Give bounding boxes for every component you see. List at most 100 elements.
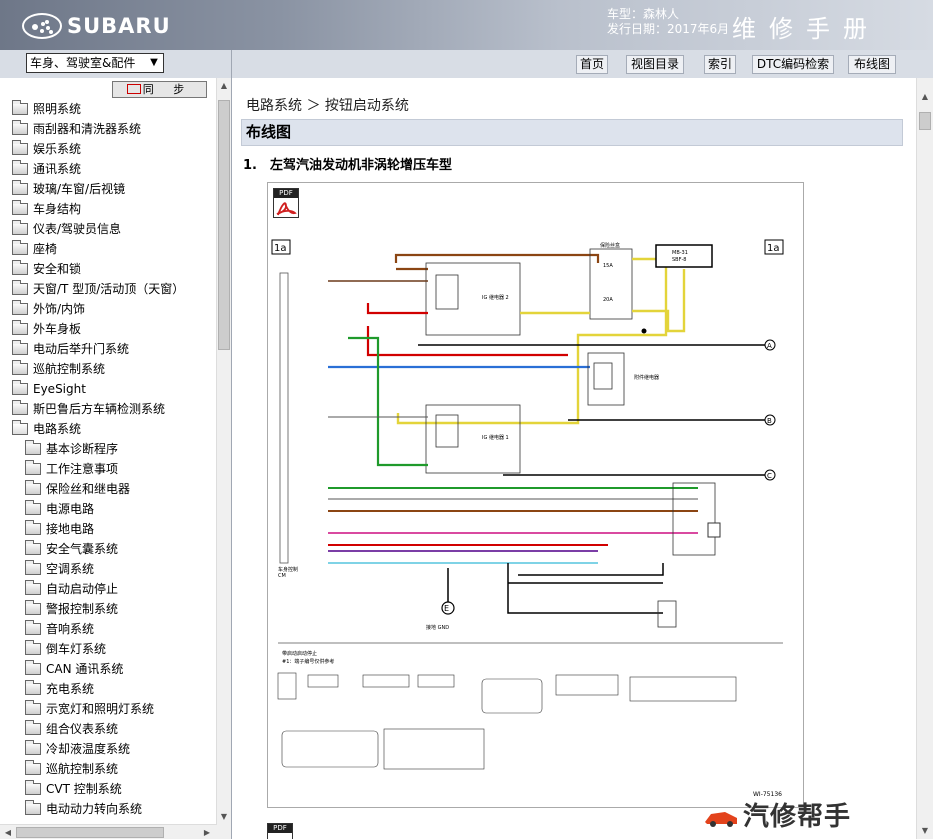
tree-item[interactable]: 天窗/T 型顶/活动顶（天窗） — [12, 279, 184, 299]
main-scroll-up-icon[interactable]: ▲ — [918, 92, 932, 101]
tree-item[interactable]: EyeSight — [12, 379, 86, 399]
tree-item[interactable]: 冷却液温度系统 — [25, 739, 130, 759]
tree-item-label: 天窗/T 型顶/活动顶（天窗） — [33, 282, 185, 296]
tree-item[interactable]: 充电系统 — [25, 679, 94, 699]
tree-item[interactable]: 空调系统 — [25, 559, 94, 579]
folder-icon — [12, 240, 28, 255]
tree-item[interactable]: 倒车灯系统 — [25, 639, 106, 659]
ground-symbol: E — [444, 604, 449, 613]
tree-item-label: 外饰/内饰 — [33, 302, 86, 316]
tree-item[interactable]: 电路系统 — [12, 419, 81, 439]
main-scroll-down-icon[interactable]: ▼ — [918, 826, 932, 835]
scroll-down-icon[interactable]: ▼ — [217, 812, 231, 821]
tree-item[interactable]: 电源电路 — [25, 499, 94, 519]
tree-item[interactable]: 保险丝和继电器 — [25, 479, 130, 499]
tree-item[interactable]: 巡航控制系统 — [12, 359, 105, 379]
category-select[interactable]: 车身、驾驶室&配件 ▼ — [26, 53, 164, 73]
chevron-down-icon[interactable]: ▼ — [147, 56, 161, 70]
main-scroll-thumb[interactable] — [919, 112, 931, 130]
tree-item[interactable]: 基本诊断程序 — [25, 439, 118, 459]
sync-button[interactable]: 同 步 — [112, 81, 207, 98]
tree-item-label: 玻璃/车窗/后视镜 — [33, 182, 126, 196]
tree-item[interactable]: 安全气囊系统 — [25, 539, 118, 559]
tree-item-label: 基本诊断程序 — [46, 442, 119, 456]
app-header: SUBARU 车型：森林人 发行日期：2017年6月 维修手册 — [0, 0, 933, 50]
tree-item[interactable]: 斯巴鲁后方车辆检测系统 — [12, 399, 165, 419]
folder-icon — [25, 660, 41, 675]
subaru-logo: SUBARU — [22, 13, 171, 39]
tree-item[interactable]: 外车身板 — [12, 319, 81, 339]
home-button[interactable]: 首页 — [576, 55, 608, 74]
tree-item[interactable]: CVT 控制系统 — [25, 779, 122, 799]
second-pdf-icon[interactable]: PDF — [267, 823, 293, 839]
tree-item[interactable]: 音响系统 — [25, 619, 94, 639]
relay1-label: IG 继电器 1 — [482, 434, 509, 441]
view-contents-button[interactable]: 视图目录 — [626, 55, 684, 74]
acc-relay-label: 附件继电器 — [634, 374, 659, 381]
tree-item[interactable]: 自动启动停止 — [25, 579, 118, 599]
main-vertical-scrollbar[interactable]: ▲ ▼ — [916, 78, 933, 839]
folder-icon — [12, 200, 28, 215]
tree-item[interactable]: 玻璃/车窗/后视镜 — [12, 179, 125, 199]
folder-icon — [25, 700, 41, 715]
tree-item-label: 音响系统 — [46, 622, 95, 636]
folder-icon — [25, 540, 41, 555]
tree-item-label: 仪表/驾驶员信息 — [33, 222, 122, 236]
tree-item[interactable]: 娱乐系统 — [12, 139, 81, 159]
model-line: 车型：森林人 — [607, 7, 680, 21]
folder-icon — [25, 480, 41, 495]
folder-icon — [12, 220, 28, 235]
folder-icon — [25, 580, 41, 595]
sbf-terminal: SBF-8 — [672, 257, 686, 263]
watermark-car-icon — [703, 805, 739, 827]
tree-item[interactable]: 通讯系统 — [12, 159, 81, 179]
folder-icon — [25, 640, 41, 655]
scroll-left-icon[interactable]: ◀ — [1, 828, 15, 837]
tree-item[interactable]: 雨刮器和清洗器系统 — [12, 119, 141, 139]
fuse-20a: 20A — [603, 297, 613, 303]
sync-icon — [126, 84, 141, 94]
scroll-up-icon[interactable]: ▲ — [217, 81, 231, 90]
tree-item[interactable]: 车身结构 — [12, 199, 81, 219]
wiring-diagram-button[interactable]: 布线图 — [848, 55, 896, 74]
tree-item-label: 示宽灯和照明灯系统 — [46, 702, 155, 716]
tree-item[interactable]: 仪表/驾驶员信息 — [12, 219, 121, 239]
tree-vertical-scrollbar[interactable]: ▲ ▼ — [216, 78, 231, 839]
tree-item[interactable]: 示宽灯和照明灯系统 — [25, 699, 154, 719]
tree-item-label: 斯巴鲁后方车辆检测系统 — [33, 402, 166, 416]
tree-item-label: 巡航控制系统 — [46, 762, 119, 776]
fuse-box-label: 保险丝盒 — [600, 242, 620, 249]
tree-scroll-thumb[interactable] — [218, 100, 230, 350]
folder-icon — [25, 680, 41, 695]
tree-item[interactable]: 外饰/内饰 — [12, 299, 85, 319]
folder-icon — [12, 260, 28, 275]
legend-line-1: 带启动启动停止 — [282, 650, 317, 657]
folder-icon — [12, 300, 28, 315]
tree-horizontal-scrollbar[interactable]: ◀ ▶ — [0, 824, 217, 839]
tree-item[interactable]: 座椅 — [12, 239, 57, 259]
tree-item[interactable]: 警报控制系统 — [25, 599, 118, 619]
tree-item[interactable]: 接地电路 — [25, 519, 94, 539]
tree-item[interactable]: 工作注意事项 — [25, 459, 118, 479]
marker-b: B — [767, 417, 772, 425]
tree-item-label: 安全气囊系统 — [46, 542, 119, 556]
tree-item[interactable]: 照明系统 — [12, 99, 81, 119]
subaru-stars-icon — [22, 13, 62, 39]
header-meta: 车型：森林人 发行日期：2017年6月 — [607, 7, 729, 37]
tree-item-label: 警报控制系统 — [46, 602, 119, 616]
index-button[interactable]: 索引 — [704, 55, 736, 74]
tree-item[interactable]: 电动动力转向系统 — [25, 799, 142, 819]
tree-item-label: 空调系统 — [46, 562, 95, 576]
scroll-right-icon[interactable]: ▶ — [200, 828, 214, 837]
tree-item[interactable]: 电动后举升门系统 — [12, 339, 129, 359]
dtc-search-button[interactable]: DTC编码检索 — [752, 55, 834, 74]
tree-item[interactable]: 安全和锁 — [12, 259, 81, 279]
tree-hscroll-thumb[interactable] — [16, 827, 164, 838]
ground-label: 接地 GND — [426, 624, 449, 631]
tree-item[interactable]: 巡航控制系统 — [25, 759, 118, 779]
tree-item-label: 安全和锁 — [33, 262, 82, 276]
watermark: 汽修帮手 — [703, 796, 851, 833]
tree-item[interactable]: 组合仪表系统 — [25, 719, 118, 739]
tree-item-label: 外车身板 — [33, 322, 82, 336]
tree-item[interactable]: CAN 通讯系统 — [25, 659, 123, 679]
